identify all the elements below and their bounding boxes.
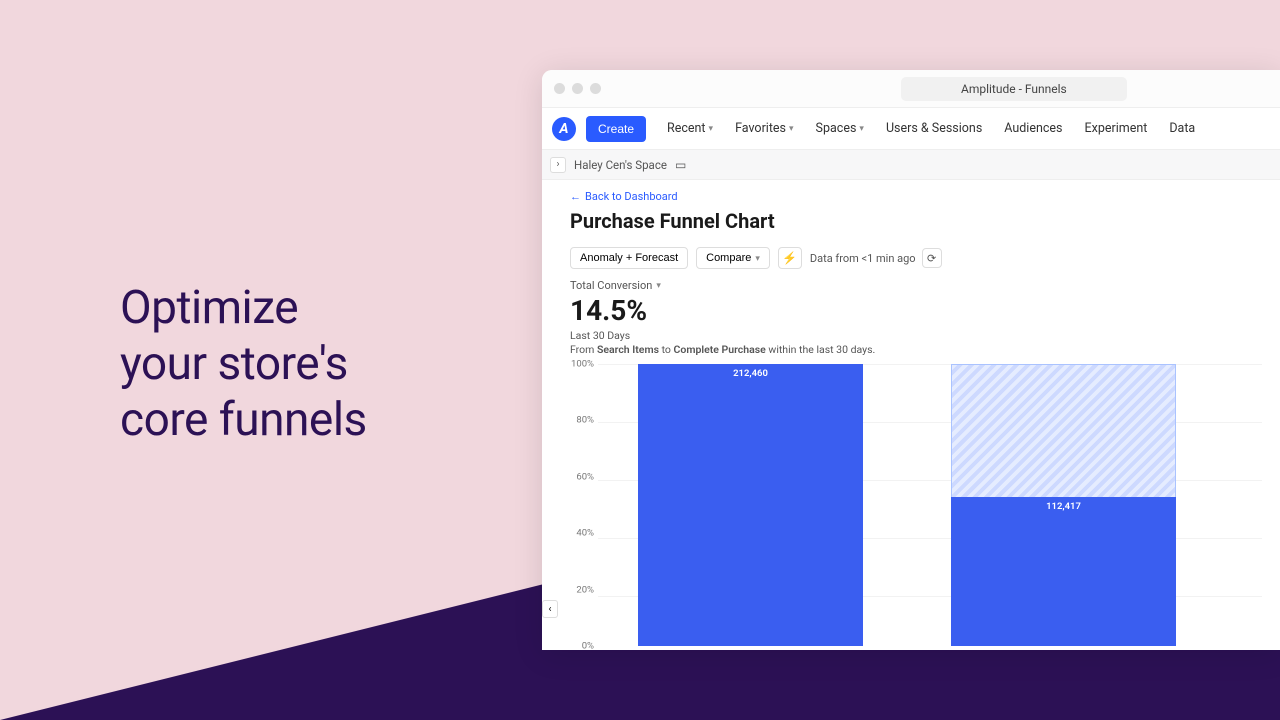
marketing-headline: Optimize your store's core funnels bbox=[120, 280, 367, 448]
chevron-down-icon: ▾ bbox=[859, 124, 864, 134]
nav-experiment[interactable]: Experiment bbox=[1076, 115, 1157, 142]
y-tick: 0% bbox=[582, 641, 594, 651]
arrow-left-icon: ← bbox=[570, 190, 581, 203]
nav-audiences[interactable]: Audiences bbox=[995, 115, 1071, 142]
traffic-lights bbox=[554, 83, 601, 94]
bolt-button[interactable]: ⚡ bbox=[778, 247, 802, 269]
y-tick: 60% bbox=[576, 471, 594, 482]
data-freshness-label: Data from <1 min ago bbox=[810, 252, 916, 265]
nav-recent[interactable]: Recent ▾ bbox=[658, 115, 722, 142]
data-freshness: Data from <1 min ago ⟳ bbox=[810, 248, 942, 268]
y-tick: 100% bbox=[571, 359, 594, 370]
bars-area: 212,460 112,417 bbox=[598, 364, 1262, 646]
nav-users-sessions[interactable]: Users & Sessions bbox=[877, 115, 991, 142]
minimize-icon[interactable] bbox=[572, 83, 583, 94]
window-title: Amplitude - Funnels bbox=[901, 77, 1127, 101]
breadcrumb-space[interactable]: Haley Cen's Space bbox=[574, 158, 667, 172]
pill-label: Anomaly + Forecast bbox=[580, 252, 678, 264]
bar-value-label: 212,460 bbox=[638, 368, 863, 379]
bar-search-items[interactable]: 212,460 bbox=[638, 364, 863, 646]
funnel-chart: 100% 80% 60% 40% 20% 0% 212,460 bbox=[570, 364, 1262, 650]
marketing-headline-text: Optimize your store's core funnels bbox=[120, 281, 367, 447]
metric-value: 14.5% bbox=[570, 294, 1262, 327]
expand-sidebar-button[interactable]: › bbox=[550, 157, 566, 173]
app-window: Amplitude - Funnels A Create Recent ▾ Fa… bbox=[542, 70, 1280, 650]
nav-item-label: Favorites bbox=[735, 121, 786, 136]
create-button[interactable]: Create bbox=[586, 116, 646, 142]
nav-spaces[interactable]: Spaces ▾ bbox=[807, 115, 873, 142]
metric-description: From Search Items to Complete Purchase w… bbox=[570, 343, 1262, 356]
y-tick: 40% bbox=[576, 528, 594, 539]
anomaly-forecast-button[interactable]: Anomaly + Forecast bbox=[570, 247, 688, 269]
nav-item-label: Audiences bbox=[1004, 121, 1062, 136]
maximize-icon[interactable] bbox=[590, 83, 601, 94]
top-nav: A Create Recent ▾ Favorites ▾ Spaces ▾ U… bbox=[542, 108, 1280, 150]
nav-item-label: Recent bbox=[667, 121, 706, 136]
title-bar: Amplitude - Funnels bbox=[542, 70, 1280, 108]
bar-add-to-cart[interactable]: 112,417 bbox=[951, 364, 1176, 646]
compare-button[interactable]: Compare ▾ bbox=[696, 247, 770, 269]
y-tick: 80% bbox=[576, 415, 594, 426]
folder-icon: ▭ bbox=[675, 158, 686, 172]
breadcrumb-bar: › Haley Cen's Space ▭ bbox=[542, 150, 1280, 180]
metric-header-label: Total Conversion bbox=[570, 279, 652, 292]
y-axis: 100% 80% 60% 40% 20% 0% bbox=[570, 364, 596, 646]
chevron-down-icon: ▾ bbox=[709, 124, 714, 134]
back-to-dashboard-link[interactable]: ← Back to Dashboard bbox=[570, 190, 1262, 203]
close-icon[interactable] bbox=[554, 83, 565, 94]
chevron-down-icon: ▾ bbox=[789, 124, 794, 134]
refresh-button[interactable]: ⟳ bbox=[922, 248, 942, 268]
nav-item-label: Data bbox=[1169, 121, 1195, 136]
page-title: Purchase Funnel Chart bbox=[570, 209, 1262, 233]
pill-label: Compare bbox=[706, 252, 751, 264]
nav-item-label: Spaces bbox=[816, 121, 857, 136]
controls-row: Anomaly + Forecast Compare ▾ ⚡ Data from… bbox=[570, 247, 1262, 269]
content-area: ← Back to Dashboard Purchase Funnel Char… bbox=[542, 180, 1280, 650]
collapse-panel-button[interactable]: ‹ bbox=[542, 600, 558, 618]
nav-favorites[interactable]: Favorites ▾ bbox=[726, 115, 802, 142]
chevron-down-icon: ▾ bbox=[755, 253, 760, 264]
metric-header[interactable]: Total Conversion ▾ bbox=[570, 279, 1262, 292]
nav-item-label: Users & Sessions bbox=[886, 121, 982, 136]
refresh-icon: ⟳ bbox=[927, 252, 936, 265]
back-link-label: Back to Dashboard bbox=[585, 190, 678, 203]
chevron-down-icon: ▾ bbox=[656, 281, 661, 291]
metric-period: Last 30 Days bbox=[570, 329, 1262, 342]
nav-item-label: Experiment bbox=[1085, 121, 1148, 136]
amplitude-logo-icon[interactable]: A bbox=[552, 117, 576, 141]
bar-value-label: 112,417 bbox=[951, 501, 1176, 512]
bolt-icon: ⚡ bbox=[782, 251, 797, 265]
nav-data[interactable]: Data bbox=[1160, 115, 1204, 142]
y-tick: 20% bbox=[576, 584, 594, 595]
